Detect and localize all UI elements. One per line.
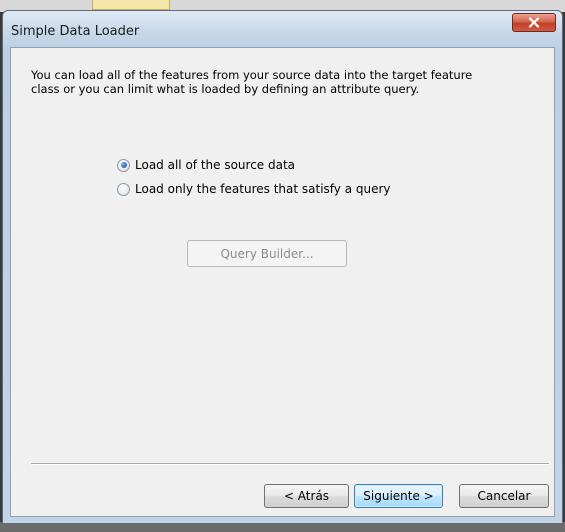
query-builder-button[interactable]: Query Builder... <box>187 240 347 267</box>
window-title: Simple Data Loader <box>11 24 140 39</box>
radio-load-query[interactable]: Load only the features that satisfy a qu… <box>117 182 391 196</box>
radio-label-load-all: Load all of the source data <box>135 158 296 172</box>
title-bar[interactable]: Simple Data Loader <box>3 11 562 47</box>
next-button[interactable]: Siguiente > <box>354 484 443 508</box>
description-text: You can load all of the features from yo… <box>31 68 473 96</box>
radio-label-load-query: Load only the features that satisfy a qu… <box>135 182 391 196</box>
cancel-button[interactable]: Cancelar <box>459 484 549 508</box>
dialog-content: You can load all of the features from yo… <box>10 47 555 517</box>
radio-load-all[interactable]: Load all of the source data <box>117 158 295 172</box>
back-button[interactable]: < Atrás <box>264 484 349 508</box>
radio-button-selected[interactable] <box>117 158 130 172</box>
background-app-tab <box>92 0 170 10</box>
close-icon <box>528 17 540 28</box>
close-button[interactable] <box>512 13 556 32</box>
dialog-window: Simple Data Loader You can load all of t… <box>2 10 563 524</box>
radio-button-unselected[interactable] <box>117 182 130 196</box>
footer-separator <box>31 463 549 465</box>
